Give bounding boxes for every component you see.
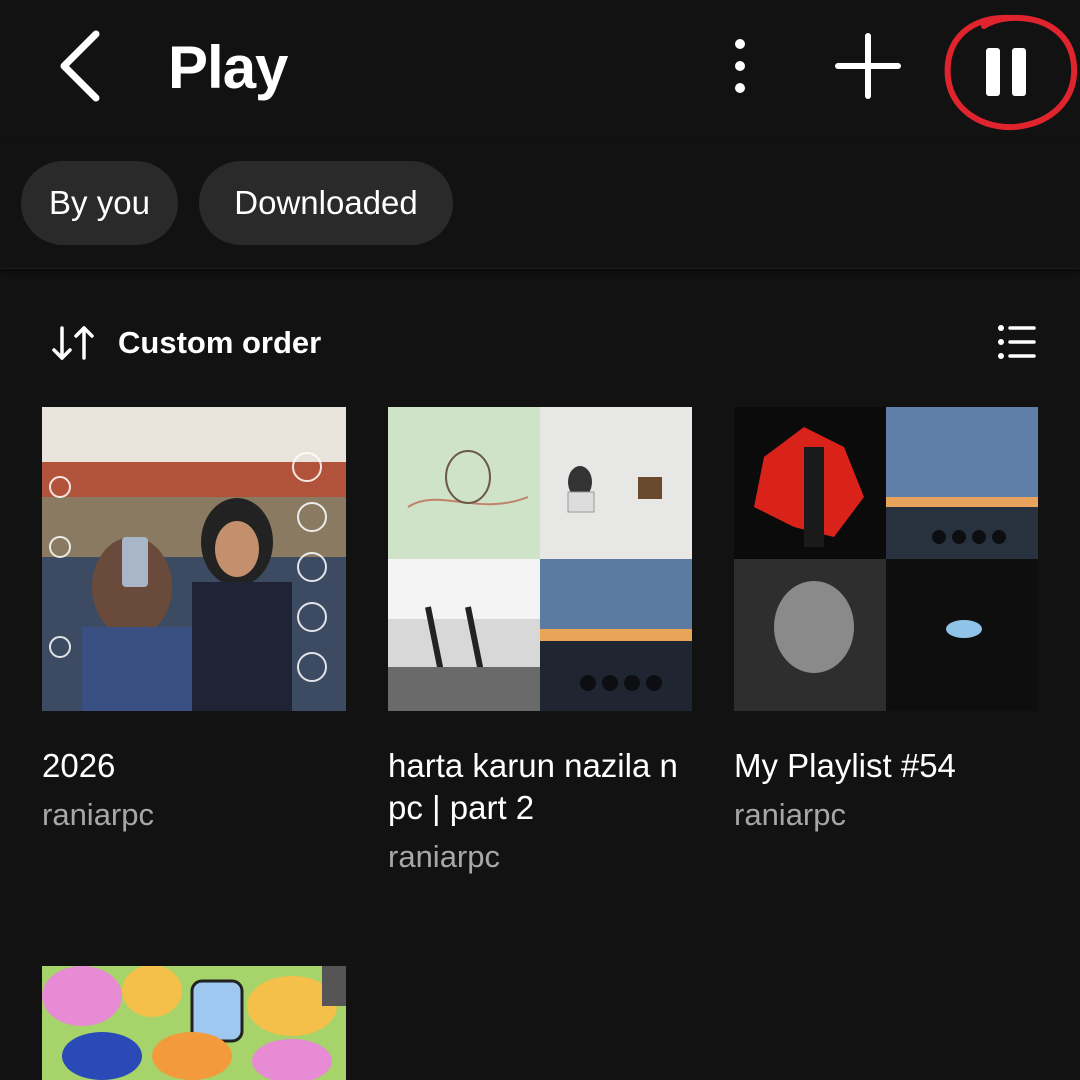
playlist-cover bbox=[42, 966, 346, 1080]
playlist-card[interactable]: My Playlist #54 raniarpc bbox=[734, 407, 1038, 835]
filter-chips: By you Downloaded bbox=[0, 140, 1080, 269]
playlist-cover-image bbox=[42, 407, 346, 711]
playlist-cover bbox=[734, 407, 1038, 711]
sort-label[interactable]: Custom order bbox=[118, 322, 321, 364]
top-bar: Play bbox=[0, 0, 1080, 140]
playlist-owner: raniarpc bbox=[42, 797, 154, 832]
add-button[interactable] bbox=[834, 30, 902, 102]
back-arrow-icon bbox=[60, 30, 100, 102]
filter-chip-by-you[interactable]: By you bbox=[21, 161, 178, 245]
playlist-cover-image bbox=[388, 407, 692, 711]
playlist-cover-image bbox=[734, 407, 1038, 711]
list-view-icon bbox=[998, 325, 1036, 359]
playlist-title: 2026 bbox=[42, 747, 116, 784]
sort-row: Custom order bbox=[0, 300, 1080, 386]
page-title: Play bbox=[168, 34, 288, 101]
pause-icon bbox=[944, 14, 1078, 131]
playlist-card[interactable]: harta karun nazila n pc | part 2 raniarp… bbox=[388, 407, 692, 877]
playlist-cover bbox=[42, 407, 346, 711]
more-vertical-icon bbox=[735, 39, 745, 93]
plus-icon bbox=[835, 33, 901, 99]
pause-button[interactable] bbox=[940, 10, 1080, 136]
playlist-owner: raniarpc bbox=[388, 839, 500, 874]
playlist-cover bbox=[388, 407, 692, 711]
list-view-button[interactable] bbox=[996, 322, 1036, 362]
playlist-cover-image bbox=[42, 966, 346, 1080]
filter-chip-downloaded[interactable]: Downloaded bbox=[199, 161, 453, 245]
back-button[interactable] bbox=[52, 26, 116, 106]
more-options-button[interactable] bbox=[716, 36, 764, 96]
playlist-title: My Playlist #54 bbox=[734, 747, 956, 784]
sort-arrows-icon[interactable] bbox=[50, 322, 98, 364]
playlist-title: harta karun nazila n pc | part 2 bbox=[388, 747, 678, 826]
playlist-card[interactable] bbox=[42, 966, 346, 1080]
playlist-owner: raniarpc bbox=[734, 797, 846, 832]
playlist-card[interactable]: 2026 raniarpc bbox=[42, 407, 346, 835]
red-circle-annotation bbox=[944, 14, 1078, 131]
